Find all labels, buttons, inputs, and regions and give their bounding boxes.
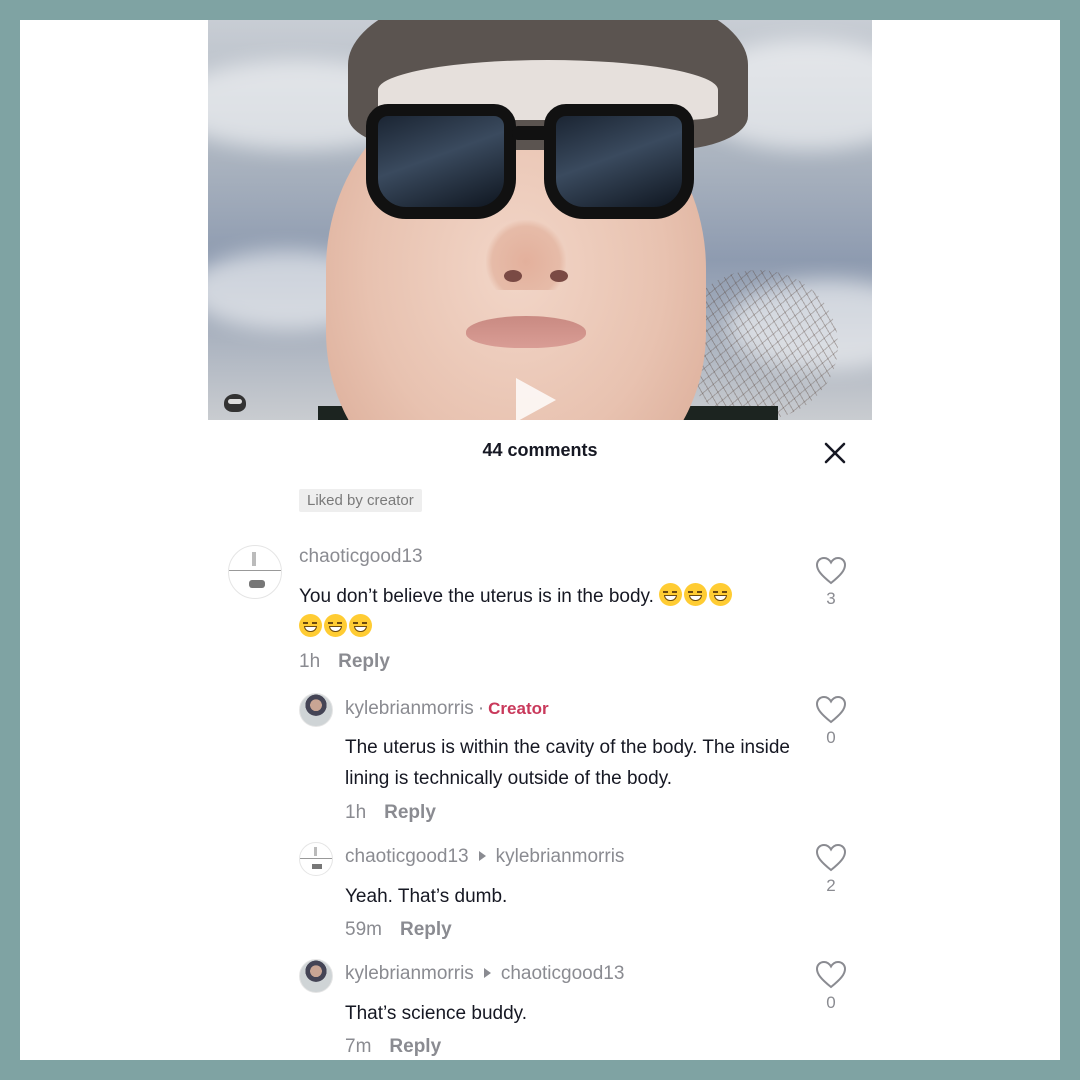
like-button[interactable]: 3 <box>811 556 851 609</box>
reply-button[interactable]: Reply <box>400 919 452 940</box>
like-count: 0 <box>826 993 836 1012</box>
comment-text: That’s science buddy. <box>345 1003 528 1024</box>
comment-meta: 7m Reply <box>345 1036 441 1058</box>
avatar[interactable] <box>299 842 333 876</box>
reply-button[interactable]: Reply <box>338 651 390 672</box>
comment-username[interactable]: chaoticgood13 <box>345 846 469 867</box>
like-count: 0 <box>826 728 836 747</box>
laughing-emoji-icon <box>659 583 734 607</box>
comment-meta: 1h Reply <box>345 802 436 824</box>
comment-text: Yeah. That’s dumb. <box>345 886 508 907</box>
comment-time: 1h <box>299 651 321 672</box>
video-sunglasses <box>366 104 696 224</box>
reply-arrow-icon <box>478 851 486 861</box>
reply-button[interactable]: Reply <box>389 1036 441 1057</box>
liked-by-creator-badge: Liked by creator <box>299 489 422 512</box>
video-mouth <box>466 316 586 348</box>
heart-outline-icon <box>815 695 847 724</box>
video-player[interactable] <box>208 20 872 420</box>
play-icon[interactable] <box>516 378 556 420</box>
reply-username-line: kylebrianmorris · Creator <box>345 698 549 719</box>
comments-count-title: 44 comments <box>482 440 598 460</box>
reply-button[interactable]: Reply <box>384 802 436 823</box>
laughing-emoji-icon <box>299 614 374 638</box>
avatar[interactable] <box>228 545 282 599</box>
comment-username[interactable]: kylebrianmorris <box>345 698 474 719</box>
heart-outline-icon <box>815 556 847 585</box>
avatar[interactable] <box>299 693 333 727</box>
reply-to-username[interactable]: kylebrianmorris <box>496 846 625 867</box>
heart-outline-icon <box>815 843 847 872</box>
comment-time: 59m <box>345 919 382 940</box>
comment-text: The uterus is within the cavity of the b… <box>345 737 790 789</box>
like-button[interactable]: 0 <box>811 695 851 748</box>
comment-meta: 59m Reply <box>345 919 452 941</box>
reply-username-line: chaoticgood13 kylebrianmorris <box>345 846 624 868</box>
comment-text: You don’t believe the uterus is in the b… <box>299 581 809 643</box>
like-button[interactable]: 0 <box>811 960 851 1013</box>
screenshot-frame: 44 comments Liked by creator chaoticgood… <box>20 20 1060 1060</box>
creator-label: Creator <box>488 699 549 718</box>
watermark-logo <box>224 394 246 412</box>
comment-time: 1h <box>345 802 367 823</box>
comment-username[interactable]: chaoticgood13 <box>299 546 423 568</box>
like-count: 2 <box>826 876 836 895</box>
comment-meta: 1h Reply <box>299 651 390 673</box>
like-button[interactable]: 2 <box>811 843 851 896</box>
avatar[interactable] <box>299 959 333 993</box>
reply-username-line: kylebrianmorris chaoticgood13 <box>345 963 624 985</box>
close-icon[interactable] <box>820 438 850 468</box>
like-count: 3 <box>826 589 836 608</box>
reply-to-username[interactable]: chaoticgood13 <box>501 963 625 984</box>
reply-arrow-icon <box>483 968 491 978</box>
comment-time: 7m <box>345 1036 372 1057</box>
comment-username[interactable]: kylebrianmorris <box>345 963 474 984</box>
heart-outline-icon <box>815 960 847 989</box>
